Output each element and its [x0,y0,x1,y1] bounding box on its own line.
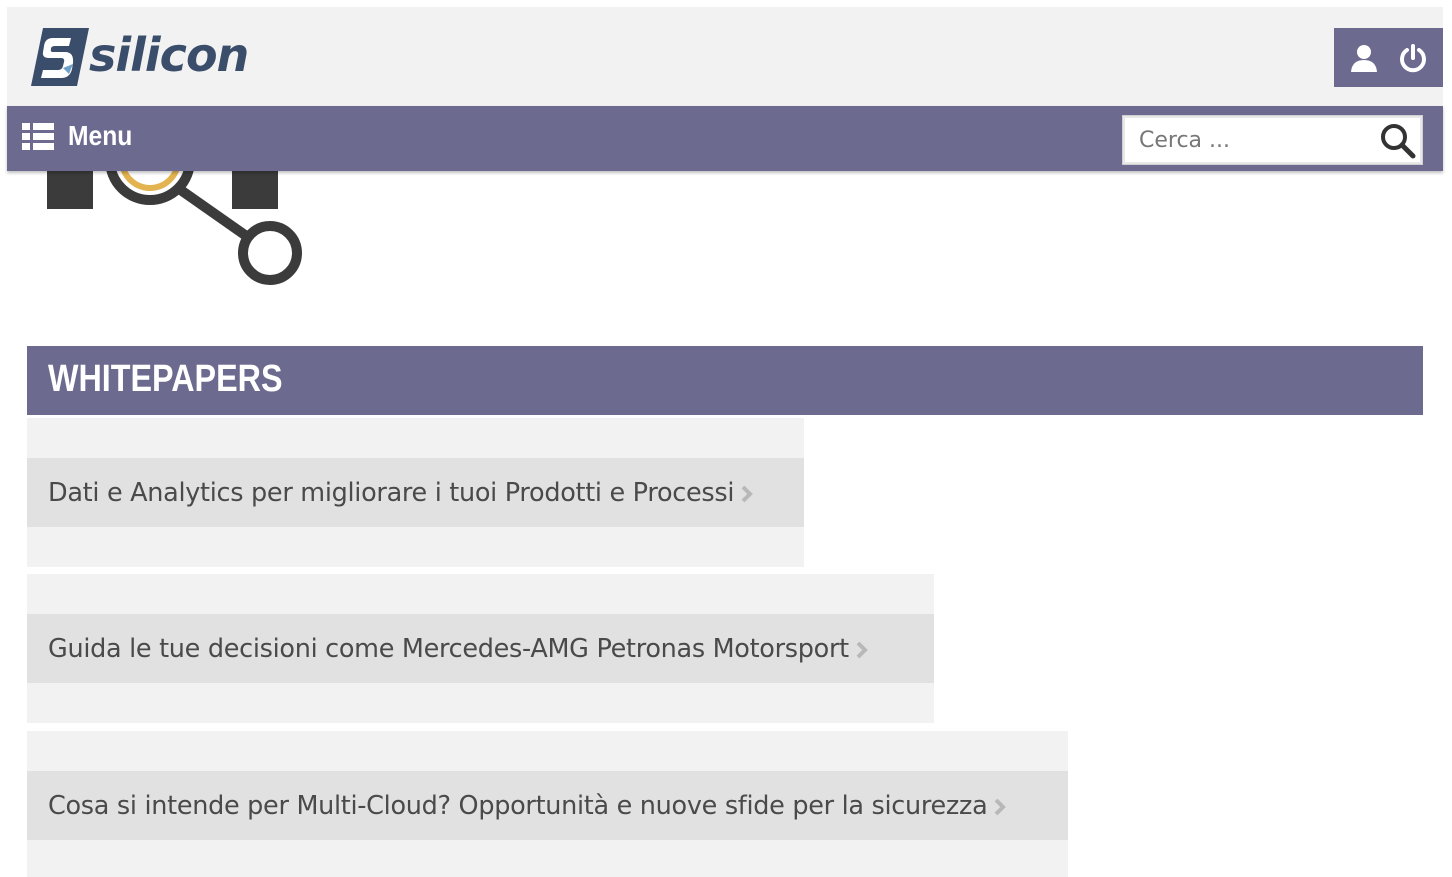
whitepaper-link[interactable]: Cosa si intende per Multi-Cloud? Opportu… [27,771,1068,840]
whitepaper-card: Guida le tue decisioni come Mercedes-AMG… [27,574,934,723]
search-input[interactable] [1123,116,1368,164]
whitepaper-card: Cosa si intende per Multi-Cloud? Opportu… [27,731,1068,877]
whitepaper-title: Dati e Analytics per migliorare i tuoi P… [48,477,735,508]
search-icon[interactable] [1380,123,1416,159]
user-icon[interactable] [1347,41,1381,75]
chevron-right-icon [741,485,753,502]
power-icon[interactable] [1396,41,1430,75]
logo-mark-icon [31,28,89,86]
logo-text: silicon [89,28,249,82]
whitepapers-header: WHITEPAPERS [27,346,1423,415]
whitepaper-link[interactable]: Guida le tue decisioni come Mercedes-AMG… [27,614,934,683]
section-title: WHITEPAPERS [48,358,283,400]
whitepaper-link[interactable]: Dati e Analytics per migliorare i tuoi P… [27,458,804,527]
menu-label: Menu [68,120,133,151]
whitepaper-title: Cosa si intende per Multi-Cloud? Opportu… [48,790,988,821]
site-header: silicon [7,7,1443,106]
chevron-right-icon [856,641,868,658]
search-box [1122,115,1423,165]
chevron-right-icon [994,798,1007,815]
list-icon [22,123,54,150]
whitepaper-card: Dati e Analytics per migliorare i tuoi P… [27,418,804,567]
silicon-logo[interactable]: silicon [29,21,259,93]
main-nav-bar: Menu [7,106,1443,171]
whitepaper-title: Guida le tue decisioni come Mercedes-AMG… [48,633,849,664]
account-controls [1334,28,1443,87]
menu-button[interactable]: Menu [22,120,141,152]
